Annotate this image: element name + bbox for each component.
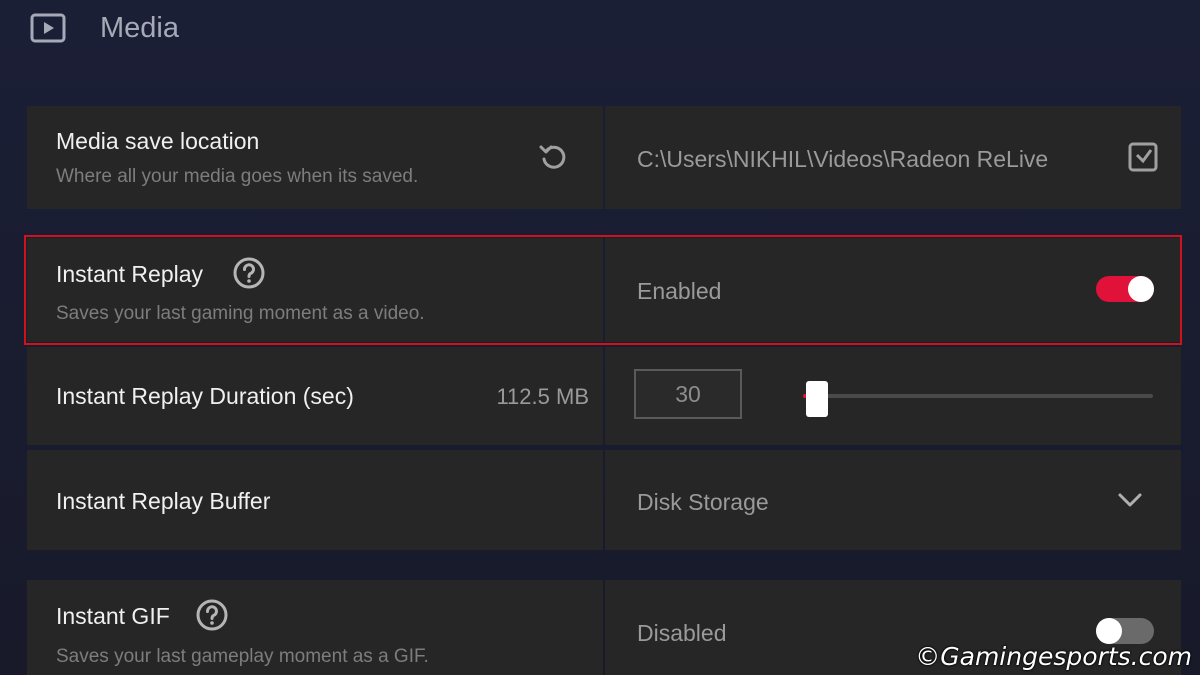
instant-gif-status: Disabled [637, 620, 727, 646]
instant-replay-buffer-value: Disk Storage [637, 489, 769, 515]
instant-replay-label-cell: Instant Replay Saves your last gaming mo… [27, 238, 603, 342]
duration-slider-thumb[interactable] [806, 381, 828, 417]
media-save-location-subtitle: Where all your media goes when its saved… [56, 166, 419, 187]
reset-icon[interactable] [537, 140, 569, 172]
media-save-location-path-cell[interactable]: C:\Users\NIKHIL\Videos\Radeon ReLive [605, 106, 1181, 209]
play-icon [30, 13, 66, 43]
media-save-location-row: Media save location Where all your media… [27, 106, 1181, 209]
instant-replay-buffer-row: Instant Replay Buffer Disk Storage [27, 450, 1181, 550]
instant-replay-duration-control-cell: 30 [605, 347, 1181, 445]
instant-replay-duration-title: Instant Replay Duration (sec) [56, 383, 354, 409]
instant-replay-duration-label-cell: Instant Replay Duration (sec) 112.5 MB [27, 347, 603, 445]
instant-gif-title: Instant GIF [56, 603, 170, 629]
replay-size-label: 112.5 MB [496, 384, 589, 409]
instant-replay-buffer-dropdown[interactable]: Disk Storage [605, 450, 1181, 550]
folder-browse-icon[interactable] [1127, 141, 1159, 173]
instant-gif-toggle[interactable] [1096, 618, 1154, 644]
help-icon[interactable] [196, 599, 228, 631]
media-save-location-label-cell: Media save location Where all your media… [27, 106, 603, 209]
instant-replay-subtitle: Saves your last gaming moment as a video… [56, 303, 425, 324]
instant-gif-subtitle: Saves your last gameplay moment as a GIF… [56, 646, 429, 667]
instant-replay-title: Instant Replay [56, 261, 204, 287]
instant-replay-duration-row: Instant Replay Duration (sec) 112.5 MB 3… [27, 347, 1181, 445]
section-header: Media [30, 8, 179, 48]
toggle-knob [1128, 276, 1154, 302]
instant-replay-status: Enabled [637, 278, 722, 304]
chevron-down-icon[interactable] [1117, 490, 1143, 510]
help-icon[interactable] [233, 257, 265, 289]
duration-slider-track[interactable] [803, 394, 1153, 398]
media-save-location-path: C:\Users\NIKHIL\Videos\Radeon ReLive [637, 146, 1049, 172]
watermark: ©Gamingesports.com [915, 642, 1192, 671]
section-title: Media [100, 11, 179, 44]
instant-replay-toggle[interactable] [1096, 276, 1154, 302]
instant-replay-buffer-title: Instant Replay Buffer [56, 488, 271, 514]
instant-gif-label-cell: Instant GIF Saves your last gameplay mom… [27, 580, 603, 675]
duration-input[interactable]: 30 [634, 369, 742, 419]
instant-replay-row: Instant Replay Saves your last gaming mo… [27, 238, 1181, 342]
instant-replay-buffer-label-cell: Instant Replay Buffer [27, 450, 603, 550]
toggle-knob [1096, 618, 1122, 644]
media-save-location-title: Media save location [56, 128, 260, 154]
instant-replay-value-cell: Enabled [605, 238, 1181, 342]
